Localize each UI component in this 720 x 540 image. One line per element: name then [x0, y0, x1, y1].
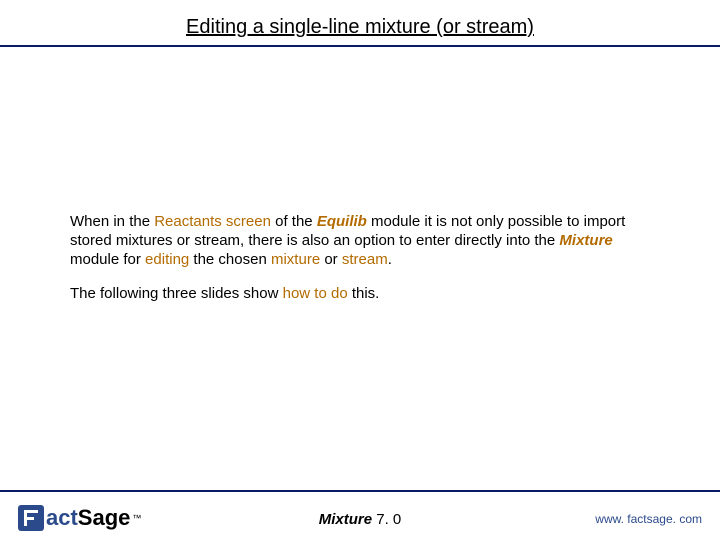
footer-url: www. factsage. com: [595, 512, 702, 526]
footer-divider: [0, 490, 720, 492]
module-version: 7. 0: [372, 511, 401, 528]
keyword-mixture-2: mixture: [271, 251, 320, 268]
paragraph-2: The following three slides show how to d…: [70, 284, 660, 303]
paragraph-1: When in the Reactants screen of the Equi…: [70, 212, 660, 270]
keyword-how-to-do: how to do: [283, 285, 348, 302]
text: The following three slides show: [70, 285, 283, 302]
page-title: Editing a single-line mixture (or stream…: [186, 16, 534, 39]
keyword-mixture-1: Mixture: [559, 232, 612, 249]
keyword-stream: stream: [342, 251, 388, 268]
text: or: [320, 251, 342, 268]
slide-body: When in the Reactants screen of the Equi…: [70, 212, 660, 317]
module-name: Mixture: [319, 511, 372, 528]
text: When in the: [70, 213, 154, 230]
text: module for: [70, 251, 145, 268]
keyword-editing: editing: [145, 251, 189, 268]
text: .: [388, 251, 392, 268]
text: of the: [271, 213, 317, 230]
text: this.: [348, 285, 380, 302]
header-divider: [0, 45, 720, 47]
keyword-equilib: Equilib: [317, 213, 367, 230]
keyword-reactants-screen: Reactants screen: [154, 213, 271, 230]
text: the chosen: [189, 251, 271, 268]
